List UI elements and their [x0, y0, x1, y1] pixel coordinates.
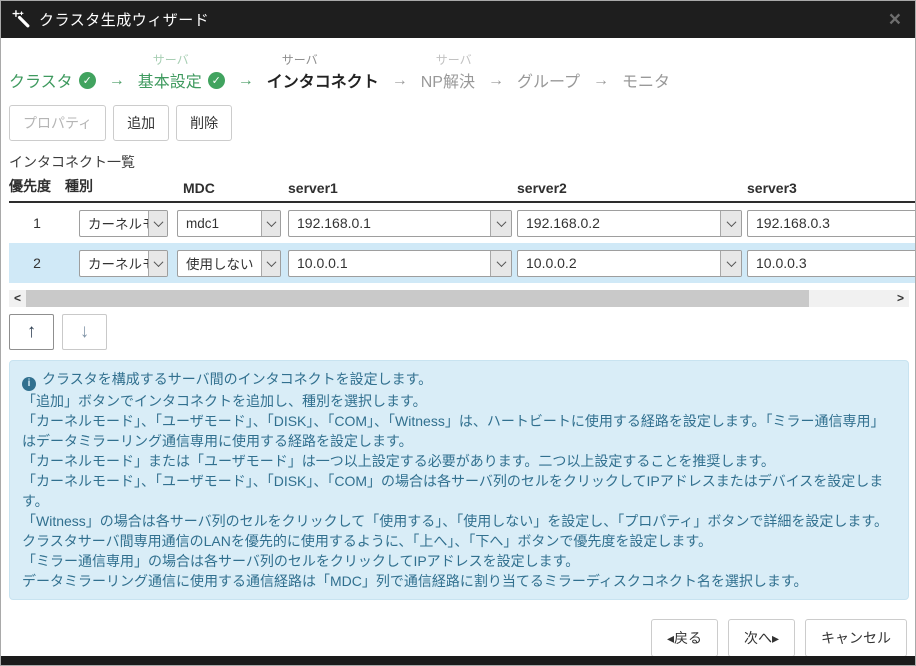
step-label: モニタ — [622, 68, 670, 92]
close-icon[interactable]: × — [889, 9, 901, 30]
add-button[interactable]: 追加 — [113, 105, 169, 141]
priority-value: 2 — [9, 255, 65, 271]
info-icon: i — [22, 377, 36, 391]
next-button[interactable]: 次へ▸ — [728, 619, 795, 657]
priority-value: 1 — [9, 215, 65, 231]
wizard-wand-icon — [12, 10, 31, 29]
step-arrow-icon: → — [392, 72, 408, 92]
step-arrow-icon: → — [109, 72, 125, 92]
type-select-value: カーネルモード — [80, 251, 148, 276]
cancel-button[interactable]: キャンセル — [805, 619, 907, 657]
step-basic-settings[interactable]: サーバ 基本設定 ✓ — [138, 51, 225, 92]
interconnect-list-title: インタコネクト一覧 — [9, 152, 907, 172]
back-button[interactable]: ◂戻る — [651, 619, 718, 657]
chevron-down-icon — [490, 211, 511, 236]
chevron-down-icon — [720, 211, 741, 236]
server2-address-select[interactable]: 192.168.0.2 — [517, 210, 742, 237]
server3-address-select[interactable]: 10.0.0.3 — [747, 250, 916, 277]
header-server1: server1 — [284, 180, 514, 196]
step-np-resolution[interactable]: サーバ NP解決 — [421, 51, 475, 92]
header-priority: 優先度 — [9, 176, 65, 196]
step-group-label: サーバ — [282, 51, 379, 68]
header-type: 種別 — [65, 176, 173, 196]
header-server2: server2 — [514, 180, 743, 196]
interconnect-toolbar: プロパティ 追加 削除 — [1, 92, 915, 141]
step-group-label: サーバ — [153, 51, 225, 68]
info-banner: iクラスタを構成するサーバ間のインタコネクトを設定します。 「追加」ボタンでイン… — [9, 360, 909, 600]
step-label: インタコネクト — [267, 68, 379, 92]
chevron-down-icon — [148, 211, 167, 236]
chevron-down-icon — [148, 251, 167, 276]
step-complete-icon: ✓ — [208, 72, 225, 89]
server1-address-value: 192.168.0.1 — [289, 211, 490, 236]
delete-button[interactable]: 削除 — [176, 105, 232, 141]
step-label: クラスタ — [9, 68, 73, 92]
chevron-down-icon — [490, 251, 511, 276]
move-up-button[interactable]: ↑ — [9, 314, 54, 350]
mdc-select[interactable]: mdc1 — [177, 210, 281, 237]
table-header-row: 優先度 種別 MDC server1 server2 server3 — [9, 176, 916, 203]
wizard-stepper: クラスタ ✓ → サーバ 基本設定 ✓ → サーバ インタコネクト → サーバ … — [1, 38, 915, 92]
page-background-strip — [1, 656, 915, 665]
step-arrow-icon: → — [593, 72, 609, 92]
chevron-down-icon — [720, 251, 741, 276]
step-label: 基本設定 — [138, 68, 202, 92]
step-label: グループ — [517, 68, 580, 92]
step-interconnect[interactable]: サーバ インタコネクト — [267, 51, 379, 92]
chevron-down-icon — [261, 251, 280, 276]
property-button[interactable]: プロパティ — [9, 105, 106, 141]
interconnect-row: 1 カーネルモード mdc1 192.168.0.1 192.168.0.2 — [9, 203, 916, 243]
horizontal-scrollbar[interactable]: < > — [9, 290, 909, 307]
step-label: NP解決 — [421, 68, 475, 92]
server3-address-select[interactable]: 192.168.0.3 — [747, 210, 916, 237]
step-complete-icon: ✓ — [79, 72, 96, 89]
step-group-label — [532, 51, 580, 68]
step-group-label — [24, 51, 96, 68]
scroll-right-icon[interactable]: > — [892, 290, 909, 307]
server2-address-select[interactable]: 10.0.0.2 — [517, 250, 742, 277]
step-arrow-icon: → — [238, 72, 254, 92]
step-monitor[interactable]: モニタ — [622, 51, 670, 92]
server2-address-value: 192.168.0.2 — [518, 211, 720, 236]
step-arrow-icon: → — [488, 72, 504, 92]
server1-address-select[interactable]: 192.168.0.1 — [288, 210, 512, 237]
step-group-label — [637, 51, 670, 68]
header-server3: server3 — [743, 180, 916, 196]
cluster-wizard-dialog: クラスタ生成ウィザード × クラスタ ✓ → サーバ 基本設定 ✓ → サーバ … — [0, 0, 916, 666]
step-group-label: サーバ — [436, 51, 475, 68]
server3-address-value: 192.168.0.3 — [748, 211, 916, 236]
info-banner-text: クラスタを構成するサーバ間のインタコネクトを設定します。 「追加」ボタンでインタ… — [22, 371, 888, 589]
server2-address-value: 10.0.0.2 — [518, 251, 720, 276]
type-select[interactable]: カーネルモード — [79, 210, 168, 237]
step-group[interactable]: グループ — [517, 51, 580, 92]
mdc-select[interactable]: 使用しない — [177, 250, 281, 277]
interconnect-row: 2 カーネルモード 使用しない 10.0.0.1 10.0.0.2 — [9, 243, 916, 283]
header-mdc: MDC — [173, 180, 284, 196]
priority-reorder-buttons: ↑ ↓ — [9, 314, 915, 350]
scroll-left-icon[interactable]: < — [9, 290, 26, 307]
arrow-up-icon: ↑ — [27, 321, 37, 343]
server1-address-value: 10.0.0.1 — [289, 251, 490, 276]
dialog-title: クラスタ生成ウィザード — [39, 9, 209, 30]
wizard-footer: ◂戻る 次へ▸ キャンセル — [651, 619, 907, 657]
type-select[interactable]: カーネルモード — [79, 250, 168, 277]
move-down-button[interactable]: ↓ — [62, 314, 107, 350]
type-select-value: カーネルモード — [80, 211, 148, 236]
mdc-select-value: mdc1 — [178, 211, 261, 236]
chevron-down-icon — [261, 211, 280, 236]
server3-address-value: 10.0.0.3 — [748, 251, 916, 276]
step-cluster[interactable]: クラスタ ✓ — [9, 51, 96, 92]
arrow-down-icon: ↓ — [80, 321, 90, 343]
dialog-titlebar: クラスタ生成ウィザード × — [1, 1, 915, 38]
scrollbar-thumb[interactable] — [26, 290, 809, 307]
mdc-select-value: 使用しない — [178, 251, 261, 276]
server1-address-select[interactable]: 10.0.0.1 — [288, 250, 512, 277]
